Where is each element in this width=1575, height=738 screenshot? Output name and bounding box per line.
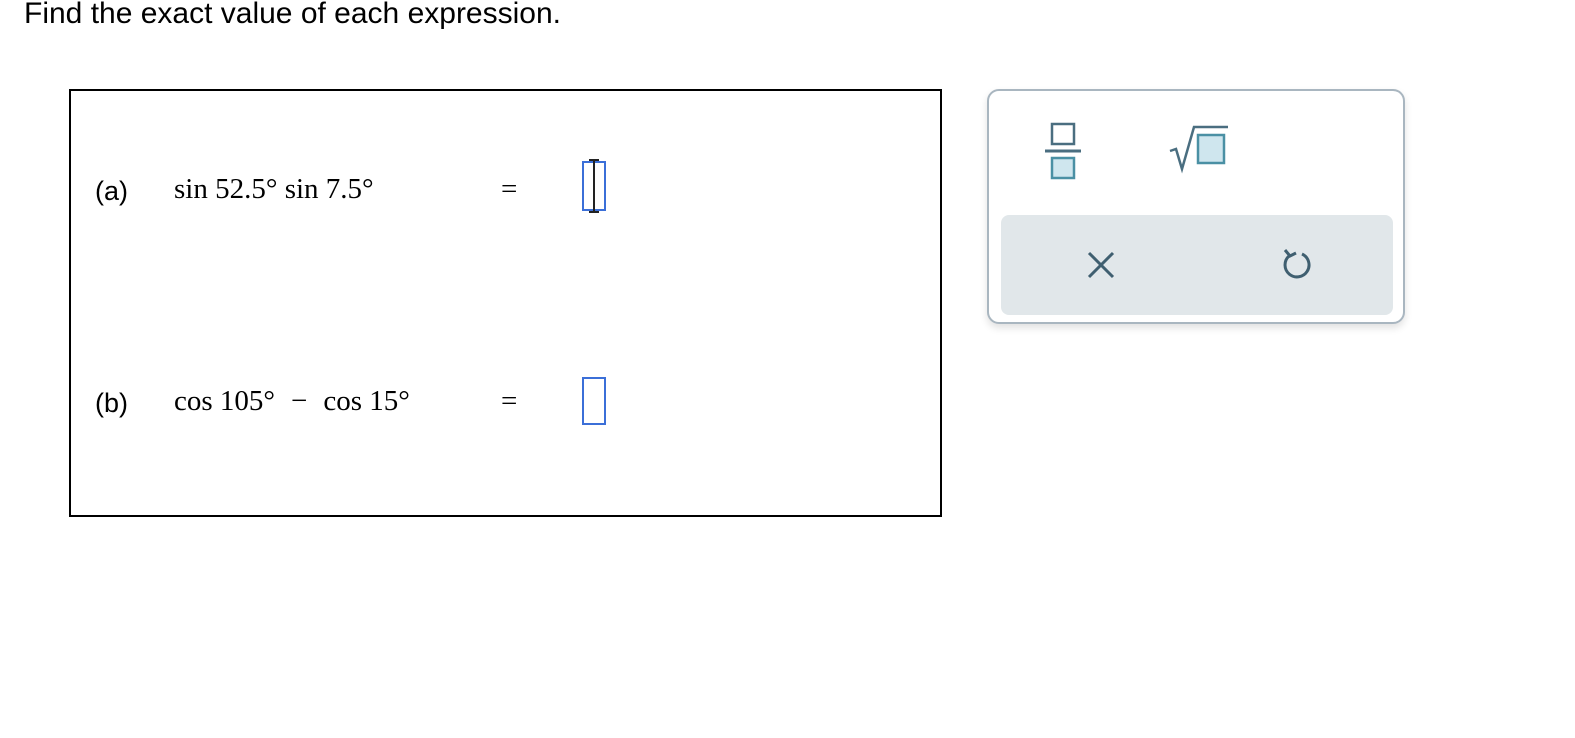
fraction-icon	[1045, 122, 1081, 180]
undo-button[interactable]	[1276, 245, 1316, 285]
part-a: (a) sin 52.5° sin 7.5° =	[71, 159, 940, 221]
square-root-button[interactable]	[1164, 119, 1234, 174]
part-b-equals: =	[501, 385, 518, 417]
instruction-text: Find the exact value of each expression.	[24, 0, 561, 30]
part-b-operator: −	[291, 385, 308, 417]
math-toolbox	[987, 89, 1405, 324]
action-row	[1001, 215, 1393, 315]
part-a-equals: =	[501, 173, 518, 205]
text-cursor	[589, 159, 599, 213]
square-root-icon	[1169, 125, 1228, 174]
part-b-answer-input[interactable]	[582, 377, 606, 425]
part-a-expression: sin 52.5° sin 7.5°	[174, 173, 374, 205]
part-a-answer-input[interactable]	[582, 159, 606, 213]
part-b-expression: cos 105° − cos 15°	[174, 383, 410, 419]
part-b-label: (b)	[95, 388, 128, 418]
part-b: (b) cos 105° − cos 15° =	[71, 373, 940, 433]
part-a-label: (a)	[95, 176, 128, 206]
fraction-button[interactable]	[1039, 116, 1089, 186]
undo-icon	[1283, 249, 1311, 279]
part-b-expression-left: cos 105°	[174, 385, 276, 417]
part-b-expression-right: cos 15°	[323, 385, 410, 417]
clear-icon	[1087, 251, 1115, 279]
problem-box: (a) sin 52.5° sin 7.5° = (b) cos 105° − co…	[69, 89, 942, 517]
clear-button[interactable]	[1081, 245, 1121, 285]
